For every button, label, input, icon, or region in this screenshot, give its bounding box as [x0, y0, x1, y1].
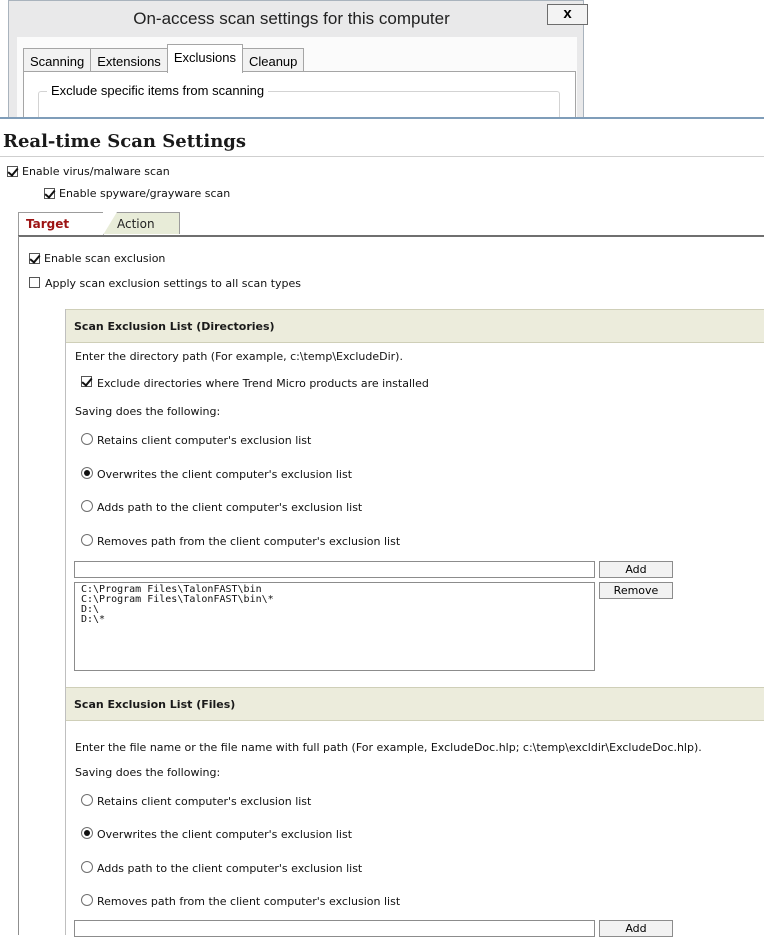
tab-exclusions[interactable]: Exclusions	[166, 44, 243, 73]
page-title: Real-time Scan Settings	[3, 131, 246, 152]
files-header: Scan Exclusion List (Files)	[66, 687, 764, 721]
enable-exclusion-label: Enable scan exclusion	[44, 252, 166, 265]
remove-directory-button[interactable]: Remove	[599, 582, 673, 599]
dir-adds-radio[interactable]	[81, 500, 93, 512]
directories-header: Scan Exclusion List (Directories)	[66, 309, 764, 343]
enable-spyware-label: Enable spyware/grayware scan	[59, 187, 231, 200]
files-header-label: Scan Exclusion List (Files)	[74, 698, 236, 711]
tab-cleanup[interactable]: Cleanup	[241, 48, 305, 73]
add-directory-button[interactable]: Add	[599, 561, 673, 578]
enable-virus-checkbox[interactable]	[7, 166, 18, 177]
file-overwrites-radio[interactable]	[81, 827, 93, 839]
enable-spyware-checkbox[interactable]	[44, 188, 55, 199]
list-item[interactable]: D:\*	[81, 615, 594, 625]
file-adds-radio[interactable]	[81, 861, 93, 873]
dir-adds-label: Adds path to the client computer's exclu…	[97, 501, 363, 514]
dir-removes-radio[interactable]	[81, 534, 93, 546]
exclude-items-group-label: Exclude specific items from scanning	[47, 83, 269, 98]
list-item[interactable]: D:\	[81, 605, 594, 615]
dir-removes-label: Removes path from the client computer's …	[97, 535, 401, 548]
file-retains-radio[interactable]	[81, 794, 93, 806]
dir-retains-radio[interactable]	[81, 433, 93, 445]
files-saving-label: Saving does the following:	[75, 766, 221, 779]
dir-retains-label: Retains client computer's exclusion list	[97, 434, 312, 447]
dir-overwrites-radio[interactable]	[81, 467, 93, 479]
file-removes-label: Removes path from the client computer's …	[97, 895, 401, 908]
tab-target-label: Target	[26, 217, 70, 231]
exclude-trend-checkbox[interactable]	[81, 376, 92, 387]
tab-extensions[interactable]: Extensions	[90, 48, 168, 73]
directories-section: Scan Exclusion List (Directories) Enter …	[65, 309, 764, 749]
directory-exclusion-list[interactable]: C:\Program Files\TalonFAST\bin C:\Progra…	[74, 582, 595, 671]
dialog-title: On-access scan settings for this compute…	[133, 9, 450, 28]
close-button[interactable]: x	[547, 4, 588, 25]
directories-hint: Enter the directory path (For example, c…	[75, 350, 403, 363]
enable-exclusion-checkbox[interactable]	[29, 253, 40, 264]
tab-target[interactable]: Target	[18, 212, 117, 235]
list-item[interactable]: C:\Program Files\TalonFAST\bin\*	[81, 595, 594, 605]
files-hint: Enter the file name or the file name wit…	[75, 741, 702, 754]
real-time-scan-settings-panel: Real-time Scan Settings Enable virus/mal…	[0, 117, 764, 937]
file-path-input[interactable]	[74, 920, 595, 937]
tab-action-label: Action	[117, 217, 155, 231]
apply-all-label: Apply scan exclusion settings to all sca…	[45, 277, 302, 290]
apply-all-checkbox[interactable]	[29, 277, 40, 288]
add-file-button[interactable]: Add	[599, 920, 673, 937]
directories-header-label: Scan Exclusion List (Directories)	[74, 320, 275, 333]
tab-scanning[interactable]: Scanning	[23, 48, 92, 73]
file-overwrites-label: Overwrites the client computer's exclusi…	[97, 828, 353, 841]
file-removes-radio[interactable]	[81, 894, 93, 906]
dialog-tab-bar: Scanning Extensions Exclusions Cleanup	[23, 44, 305, 73]
file-retains-label: Retains client computer's exclusion list	[97, 795, 312, 808]
directories-saving-label: Saving does the following:	[75, 405, 221, 418]
directory-path-input[interactable]	[74, 561, 595, 578]
title-divider	[0, 156, 764, 157]
file-adds-label: Adds path to the client computer's exclu…	[97, 862, 363, 875]
dir-overwrites-label: Overwrites the client computer's exclusi…	[97, 468, 353, 481]
enable-virus-label: Enable virus/malware scan	[22, 165, 170, 178]
files-section: Scan Exclusion List (Files) Enter the fi…	[65, 687, 764, 937]
exclude-trend-label: Exclude directories where Trend Micro pr…	[97, 377, 429, 390]
